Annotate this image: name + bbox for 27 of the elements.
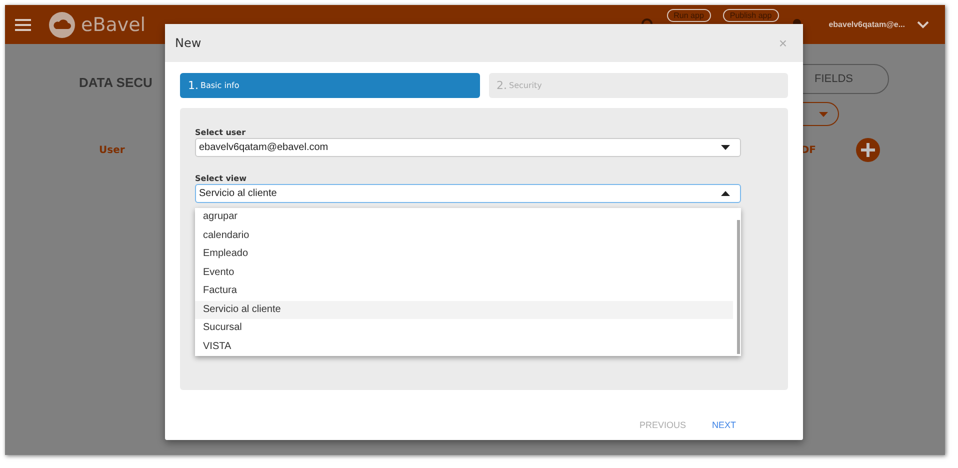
select-field[interactable]: ebavelv6qatam@ebavel.com bbox=[195, 138, 741, 157]
dropdown-option[interactable]: VISTA bbox=[195, 338, 733, 356]
dropdown-option[interactable]: Empleado bbox=[195, 245, 733, 264]
dialog-button[interactable]: NEXT bbox=[712, 420, 736, 430]
caret-icon bbox=[721, 145, 730, 150]
dropdown-option[interactable]: calendario bbox=[195, 226, 733, 245]
field-label: Select user bbox=[195, 128, 247, 137]
caret-icon bbox=[819, 112, 828, 116]
menu-icon[interactable] bbox=[15, 18, 31, 30]
cloud-logo-icon bbox=[49, 12, 75, 38]
dropdown-option[interactable]: agrupar bbox=[195, 208, 733, 226]
dropdown-option[interactable]: Evento bbox=[195, 264, 733, 282]
dropdown-option[interactable]: Factura bbox=[195, 282, 733, 300]
user-name[interactable]: ebavelv6qatam@e... bbox=[828, 20, 905, 29]
dropdown-option[interactable]: Sucursal bbox=[195, 319, 733, 338]
select-field[interactable]: Servicio al cliente bbox=[195, 184, 741, 203]
step-tab[interactable]: 1. Basic info bbox=[180, 73, 480, 98]
dropdown-option[interactable]: Servicio al cliente bbox=[195, 300, 733, 319]
caret-icon bbox=[721, 191, 730, 196]
page-title: DATA SECU bbox=[79, 74, 152, 90]
brand-name: eBavel bbox=[81, 14, 146, 36]
column-header: User bbox=[99, 144, 125, 156]
dialog-title: New bbox=[175, 36, 202, 50]
field-label: Select view bbox=[195, 174, 248, 183]
scrollbar[interactable] bbox=[737, 220, 740, 354]
add-icon[interactable] bbox=[856, 138, 880, 162]
chevron-down-icon[interactable] bbox=[917, 20, 929, 28]
